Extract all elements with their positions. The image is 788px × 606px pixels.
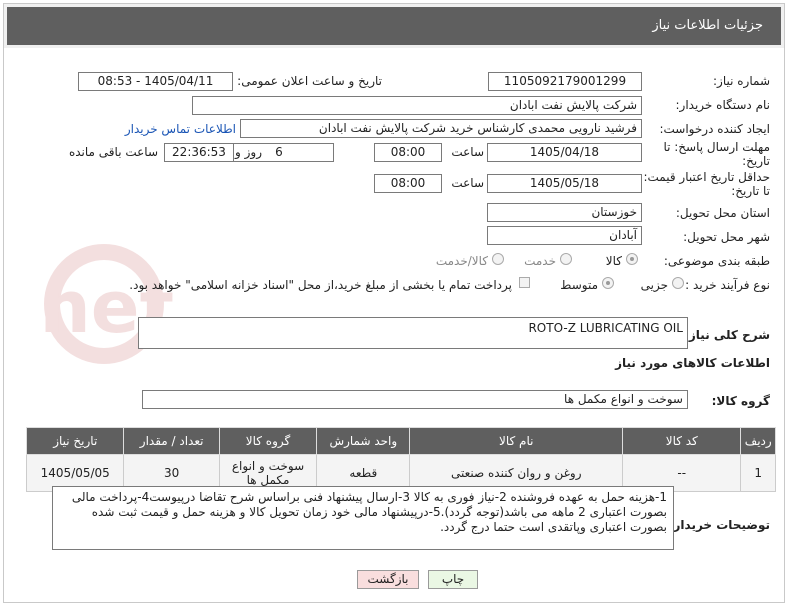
- category-goods-service-label: کالا/خدمت: [435, 254, 488, 268]
- goods-group-field: سوخت و انواع مکمل ها: [142, 390, 688, 409]
- reply-deadline-label-2: تاریخ:: [742, 154, 770, 168]
- category-goods-service-radio[interactable]: [492, 253, 504, 265]
- reply-deadline-label-1: مهلت ارسال پاسخ: تا: [663, 140, 770, 154]
- process-medium-label: متوسط: [560, 278, 598, 292]
- general-desc-label: شرح کلی نیاز:: [684, 328, 770, 342]
- requester-field: فرشید نارویی محمدی کارشناس خرید شرکت پال…: [240, 119, 642, 138]
- treasury-payment-note: پرداخت تمام یا بخشی از مبلغ خرید،از محل …: [129, 278, 512, 292]
- process-label: نوع فرآیند خرید :: [685, 278, 770, 292]
- price-validity-time: 08:00: [374, 174, 442, 193]
- col-quantity: تعداد / مقدار: [123, 427, 220, 455]
- province-field: خوزستان: [487, 203, 642, 222]
- buyer-org-field: شرکت پالایش نفت ابادان: [192, 96, 642, 115]
- col-item-name: نام کالا: [409, 427, 624, 455]
- need-number-field: 1105092179001299: [488, 72, 642, 91]
- category-goods-label: کالا: [605, 254, 622, 268]
- goods-info-title: اطلاعات کالاهای مورد نیاز: [615, 356, 770, 370]
- remaining-time-field: 22:36:53: [164, 143, 234, 162]
- general-desc-field: ROTO-Z LUBRICATING OIL: [138, 317, 688, 349]
- category-service-label: خدمت: [524, 254, 556, 268]
- buyer-org-label: نام دستگاه خریدار:: [675, 98, 771, 112]
- col-unit: واحد شمارش: [316, 427, 411, 455]
- requester-label: ایجاد کننده درخواست:: [659, 122, 770, 136]
- goods-table-header-row: ردیف کد کالا نام کالا واحد شمارش گروه کا…: [25, 427, 776, 455]
- process-minor-radio[interactable]: [672, 277, 684, 289]
- page-header: جزئیات اطلاعات نیاز: [4, 4, 784, 48]
- category-label: طبقه بندی موضوعی:: [663, 254, 770, 268]
- general-desc-text: ROTO-Z LUBRICATING OIL: [528, 321, 683, 335]
- process-medium-radio[interactable]: [602, 277, 614, 289]
- goods-group-label: گروه کالا:: [711, 394, 770, 408]
- province-label: استان محل تحویل:: [675, 206, 770, 220]
- price-validity-label-1: حداقل تاریخ اعتبار قیمت:: [643, 170, 770, 184]
- category-goods-radio[interactable]: [626, 253, 638, 265]
- need-details-panel: AriaTender.net جزئیات اطلاعات نیاز شماره…: [3, 3, 785, 603]
- col-need-date: تاریخ نیاز: [25, 427, 125, 455]
- cell-row-number: 1: [740, 454, 776, 492]
- need-number-label: شماره نیاز:: [713, 74, 770, 88]
- process-minor-label: جزیی: [640, 278, 668, 292]
- category-service-radio[interactable]: [560, 253, 572, 265]
- buyer-notes-label: توضیحات خریدار:: [668, 518, 770, 532]
- announce-date-field: 1405/04/11 - 08:53: [78, 72, 233, 91]
- print-button[interactable]: چاپ: [428, 570, 478, 589]
- treasury-payment-checkbox[interactable]: [519, 277, 530, 288]
- price-validity-date: 1405/05/18: [487, 174, 642, 193]
- city-label: شهر محل تحویل:: [683, 230, 770, 244]
- reply-deadline-date: 1405/04/18: [487, 143, 642, 162]
- col-goods-group: گروه کالا: [218, 427, 318, 455]
- goods-table: ردیف کد کالا نام کالا واحد شمارش گروه کا…: [25, 427, 776, 492]
- reply-time-label: ساعت: [451, 145, 484, 159]
- announce-date-label: تاریخ و ساعت اعلان عمومی:: [237, 74, 382, 88]
- buyer-contact-link[interactable]: اطلاعات تماس خریدار: [125, 122, 236, 136]
- buyer-notes-field: 1-هزینه حمل به عهده فروشنده 2-نیاز فوری …: [52, 486, 674, 550]
- city-field: آبادان: [487, 226, 642, 245]
- reply-days-label: روز و: [235, 145, 262, 159]
- page-title: جزئیات اطلاعات نیاز: [652, 18, 763, 33]
- col-row-number: ردیف: [740, 427, 776, 455]
- col-item-code: کد کالا: [622, 427, 742, 455]
- reply-deadline-time: 08:00: [374, 143, 442, 162]
- price-validity-label-2: تا تاریخ:: [731, 184, 770, 198]
- price-validity-time-label: ساعت: [451, 176, 484, 190]
- remaining-time-label: ساعت باقی مانده: [68, 145, 158, 159]
- back-button[interactable]: بازگشت: [357, 570, 419, 589]
